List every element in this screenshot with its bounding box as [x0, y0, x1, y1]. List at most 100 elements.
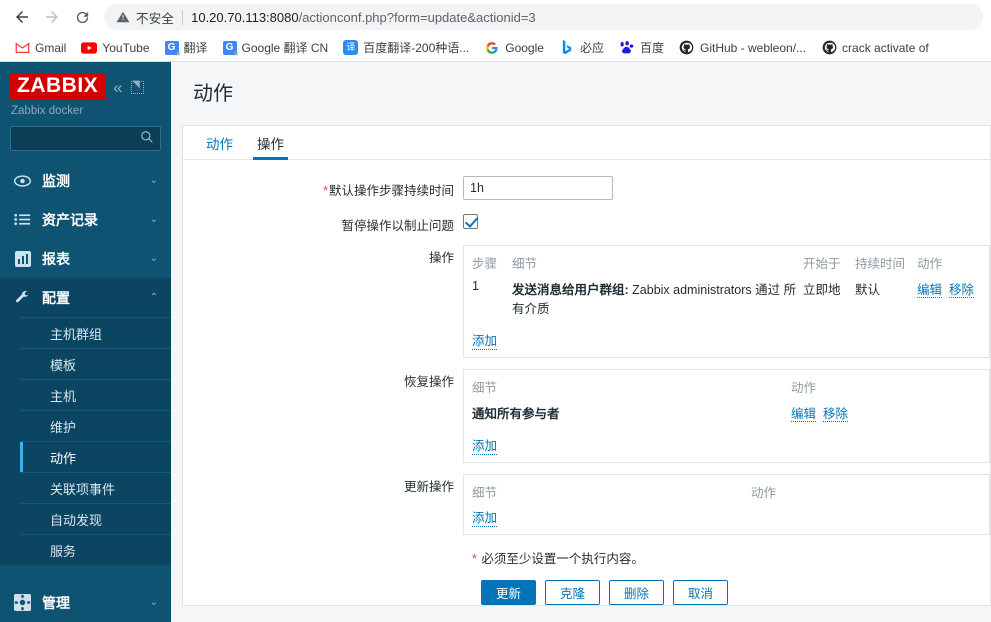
sidebar-item-administration[interactable]: 管理 ⌄	[0, 583, 171, 622]
bookmark-label: crack activate of	[842, 40, 929, 55]
browser-toolbar: 不安全 10.20.70.113:8080/actionconf.php?for…	[0, 0, 991, 34]
edit-operation-link[interactable]: 编辑	[917, 283, 943, 298]
col-action: 动作	[751, 486, 777, 500]
default-duration-input[interactable]	[463, 176, 613, 200]
bookmark-gmail[interactable]: Gmail	[7, 37, 73, 59]
address-bar[interactable]: 不安全 10.20.70.113:8080/actionconf.php?for…	[104, 4, 983, 30]
form-tabs: 动作 操作	[183, 126, 990, 160]
search-box[interactable]	[10, 126, 161, 152]
bookmark-bing[interactable]: 必应	[552, 36, 611, 59]
tab-action[interactable]: 动作	[194, 126, 245, 159]
add-operation-link[interactable]: 添加	[472, 330, 498, 350]
row-note: * 必须至少设置一个执行内容。	[183, 548, 990, 567]
cell-duration: 默认	[855, 283, 881, 297]
cancel-button[interactable]: 取消	[673, 580, 729, 605]
github-icon	[821, 40, 837, 56]
col-details: 细节	[472, 381, 498, 395]
url-host: 10.20.70.113:8080	[191, 9, 299, 25]
chevron-down-icon: ⌄	[149, 214, 158, 226]
zabbix-logo[interactable]: ZABBIX	[10, 74, 106, 101]
sidebar-item-templates[interactable]: 模板	[20, 348, 171, 379]
google-translate-icon: G	[222, 40, 240, 58]
bookmark-translate[interactable]: G 翻译	[158, 36, 215, 59]
update-button[interactable]: 更新	[481, 580, 537, 605]
operations-table: 步骤 细节 开始于 持续时间 动作 1 发送消息给用户群组: Zabbix ad…	[463, 245, 990, 358]
row-update-operations: 更新操作 细节 动作 添加	[183, 474, 990, 535]
reload-icon[interactable]	[68, 3, 96, 31]
clone-button[interactable]: 克隆	[545, 580, 601, 605]
sidebar-item-actions[interactable]: 动作	[20, 441, 171, 473]
sidebar-item-monitoring[interactable]: 监测 ⌄	[0, 161, 171, 200]
url-path: /actionconf.php?form=update&actionid=3	[298, 9, 536, 25]
sidebar-item-discovery[interactable]: 自动发现	[20, 503, 171, 534]
col-step: 步骤	[472, 257, 498, 271]
chevron-down-icon: ⌄	[149, 175, 158, 187]
action-form-panel: 动作 操作 *默认操作步骤持续时间 暂停操作以制止问题	[182, 125, 991, 606]
bookmark-label: 必应	[579, 41, 604, 55]
form-note: * 必须至少设置一个执行内容。	[472, 548, 644, 567]
collapse-sidebar-icon[interactable]: «	[113, 79, 122, 96]
sidebar-item-inventory[interactable]: 资产记录 ⌄	[0, 200, 171, 239]
bookmark-google[interactable]: Google	[477, 37, 551, 59]
back-arrow-icon[interactable]	[8, 3, 36, 31]
bookmark-github-webleon[interactable]: GitHub - webleon/...	[672, 37, 813, 59]
search-input[interactable]	[17, 131, 140, 146]
bookmark-label: YouTube	[102, 40, 150, 55]
github-icon	[679, 40, 695, 56]
update-header-row: 细节 动作	[472, 480, 981, 505]
delete-button[interactable]: 删除	[609, 580, 665, 605]
hide-sidebar-icon[interactable]	[130, 80, 144, 94]
configuration-submenu: 主机群组 模板 主机 维护 动作 关联项事件 自动发现 服务	[0, 317, 171, 566]
pause-suppressed-label: 暂停操作以制止问题	[341, 219, 454, 233]
sidebar-item-reports[interactable]: 报表 ⌄	[0, 239, 171, 278]
cell-start: 立即地	[803, 283, 841, 297]
logo-row: ZABBIX «	[10, 74, 161, 101]
gmail-icon	[14, 40, 30, 56]
remove-recovery-link[interactable]: 移除	[823, 407, 849, 422]
bing-icon	[559, 40, 575, 56]
default-duration-label-text: 默认操作步骤持续时间	[328, 184, 454, 198]
server-name-label: Zabbix docker	[11, 105, 84, 118]
bookmark-baidu[interactable]: 百度	[612, 36, 671, 59]
browser-chrome: 不安全 10.20.70.113:8080/actionconf.php?for…	[0, 0, 991, 62]
operations-label: 操作	[428, 251, 454, 265]
bookmark-label: Gmail	[35, 40, 67, 55]
sidebar-item-maintenance[interactable]: 维护	[20, 410, 171, 441]
sidebar-item-label: 资产记录	[42, 211, 98, 228]
sidebar-item-label: 监测	[42, 172, 70, 189]
update-operations-table: 细节 动作 添加	[463, 474, 990, 535]
sidebar-item-host-groups[interactable]: 主机群组	[20, 317, 171, 348]
bookmark-label: 翻译	[183, 41, 208, 55]
bookmark-crack-activate[interactable]: crack activate of	[814, 37, 936, 59]
edit-recovery-link[interactable]: 编辑	[791, 407, 817, 422]
add-recovery-operation-link[interactable]: 添加	[472, 435, 498, 455]
add-update-operation-link[interactable]: 添加	[472, 507, 498, 527]
sidebar: ZABBIX « Zabbix docker 监测 ⌄	[0, 62, 171, 622]
chevron-down-icon: ⌄	[149, 597, 158, 608]
cell-step: 1	[472, 279, 479, 293]
sidebar-item-services[interactable]: 服务	[20, 534, 171, 565]
page-title: 动作	[193, 83, 233, 105]
sidebar-search-wrap	[0, 117, 171, 161]
table-row: 1 发送消息给用户群组: Zabbix administrators 通过 所有…	[472, 276, 981, 321]
google-icon	[484, 40, 500, 56]
required-marker: *	[323, 184, 328, 198]
tab-operations[interactable]: 操作	[245, 126, 296, 160]
sidebar-item-label: 配置	[42, 289, 70, 306]
remove-operation-link[interactable]: 移除	[949, 283, 975, 298]
sidebar-item-configuration[interactable]: 配置 ⌃	[0, 278, 171, 318]
col-details: 细节	[472, 486, 498, 500]
bookmark-baidu-fanyi[interactable]: 译 百度翻译-200种语...	[336, 36, 476, 59]
pause-suppressed-checkbox[interactable]	[463, 214, 478, 229]
google-translate-icon: G	[164, 40, 182, 58]
table-row: 通知所有参与者 编辑 移除	[472, 400, 981, 426]
bookmark-youtube[interactable]: YouTube	[74, 37, 156, 59]
sidebar-item-event-correlation[interactable]: 关联项事件	[20, 472, 171, 503]
omnibox-divider	[182, 9, 184, 25]
cell-actions: 编辑 移除	[917, 276, 981, 321]
sidebar-item-hosts[interactable]: 主机	[20, 379, 171, 410]
bookmark-google-translate-cn[interactable]: G Google 翻译 CN	[216, 36, 336, 59]
search-icon[interactable]	[140, 130, 154, 147]
not-secure-warning-icon	[116, 10, 130, 24]
update-operations-label: 更新操作	[403, 480, 454, 494]
